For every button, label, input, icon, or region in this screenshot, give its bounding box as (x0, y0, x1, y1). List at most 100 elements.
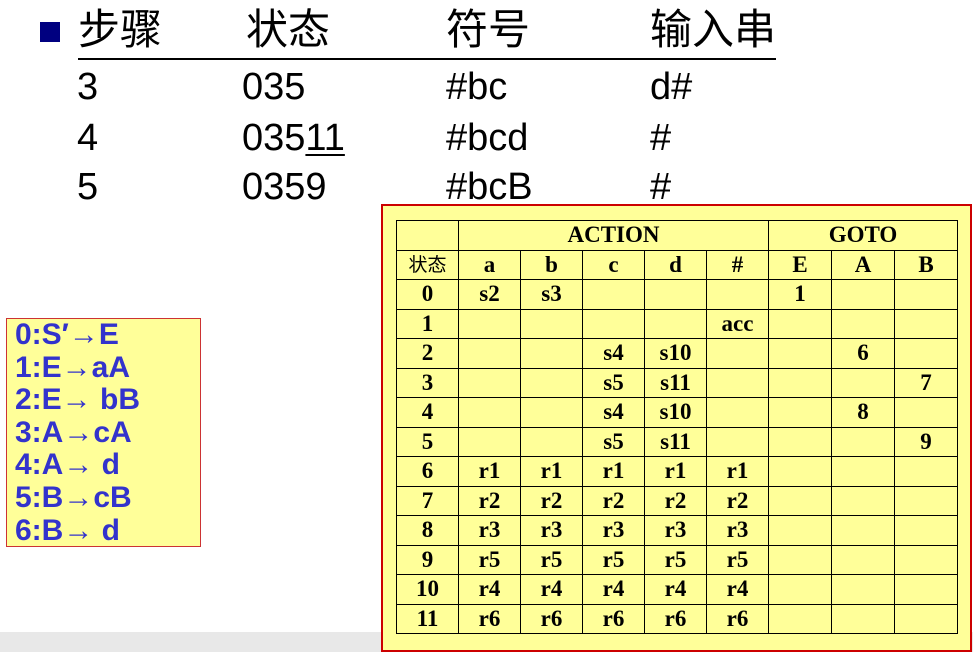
trace-symbols: #bcd (446, 117, 529, 159)
action-cell (644, 308, 707, 339)
state-cell: 9 (396, 544, 459, 575)
table-row: 0 s2 s3 1 (396, 279, 958, 310)
action-cell: s10 (644, 338, 707, 369)
grammar-rule: 1:E→aA (15, 350, 131, 384)
parse-table-frame: ACTION GOTO 状态 a b c d # E A B 0 s2 s3 1 1 ac… (381, 204, 972, 652)
state-cell: 11 (396, 603, 459, 634)
grammar-rules-box: 0:S′→E 1:E→aA 2:E→ bB 3:A→cA 4:A→ d 5:B→… (6, 318, 201, 547)
goto-cell (831, 426, 895, 457)
action-symbol-header: c (582, 249, 645, 280)
action-cell (706, 426, 769, 457)
action-cell: r2 (458, 485, 521, 516)
table-row: 11 r6 r6 r6 r6 r6 (396, 603, 958, 634)
goto-cell (831, 574, 895, 605)
action-cell: r4 (458, 574, 521, 605)
goto-symbol-header: B (894, 249, 958, 280)
trace-step: 4 (77, 117, 99, 159)
goto-cell (894, 308, 958, 339)
grammar-rule: 2:E→ bB (15, 383, 141, 417)
state-cell: 2 (396, 338, 459, 369)
action-cell: r1 (458, 456, 521, 487)
action-cell (458, 367, 521, 398)
action-cell (706, 279, 769, 310)
action-cell: r3 (706, 515, 769, 546)
goto-cell (894, 338, 958, 369)
action-cell: r4 (520, 574, 583, 605)
action-cell: r4 (644, 574, 707, 605)
grammar-rule: 4:A→ d (15, 448, 120, 482)
trace-step: 5 (77, 166, 99, 208)
table-row: 9 r5 r5 r5 r5 r5 (396, 544, 958, 575)
action-cell: r6 (458, 603, 521, 634)
action-cell: r5 (706, 544, 769, 575)
grammar-rule: 6:B→ d (15, 513, 120, 547)
trace-state: 03511 (242, 117, 345, 159)
goto-cell (768, 338, 832, 369)
goto-cell (894, 603, 958, 634)
action-cell (458, 426, 521, 457)
goto-cell (894, 485, 958, 516)
table-symbol-header-row: 状态 a b c d # E A B (396, 249, 958, 280)
goto-symbol-header: A (831, 249, 895, 280)
action-cell: r5 (644, 544, 707, 575)
action-cell: r6 (582, 603, 645, 634)
action-cell (644, 279, 707, 310)
header-symbols: 符号 (446, 2, 650, 60)
goto-cell (894, 456, 958, 487)
action-cell: r5 (458, 544, 521, 575)
trace-state: 0359 (242, 166, 327, 208)
action-cell: r2 (582, 485, 645, 516)
table-group-header-row: ACTION GOTO (396, 220, 958, 251)
trace-input: d# (650, 66, 693, 108)
parse-table: ACTION GOTO 状态 a b c d # E A B 0 s2 s3 1 1 ac… (396, 220, 958, 634)
goto-cell (768, 456, 832, 487)
header-step: 步骤 (78, 2, 246, 60)
action-cell: r1 (706, 456, 769, 487)
action-cell (458, 397, 521, 428)
action-cell: r6 (520, 603, 583, 634)
goto-cell (831, 367, 895, 398)
trace-input: # (650, 117, 672, 159)
goto-cell (831, 308, 895, 339)
grammar-rule: 3:A→cA (15, 415, 132, 449)
goto-cell (831, 279, 895, 310)
table-row: 3 s5 s11 7 (396, 367, 958, 398)
table-corner-cell (396, 220, 459, 251)
state-cell: 0 (396, 279, 459, 310)
action-symbol-header: a (458, 249, 521, 280)
grammar-rule: 5:B→cB (15, 480, 132, 514)
state-cell: 7 (396, 485, 459, 516)
action-cell: r3 (520, 515, 583, 546)
header-state: 状态 (246, 2, 446, 60)
goto-cell: 6 (831, 338, 895, 369)
goto-cell (768, 574, 832, 605)
action-cell (582, 308, 645, 339)
action-cell (706, 338, 769, 369)
goto-cell: 1 (768, 279, 832, 310)
action-cell (520, 426, 583, 457)
action-cell: r6 (706, 603, 769, 634)
action-cell: r1 (582, 456, 645, 487)
action-cell: s5 (582, 426, 645, 457)
bullet-square-icon (40, 22, 60, 42)
action-cell (520, 367, 583, 398)
goto-cell (768, 426, 832, 457)
action-cell: s10 (644, 397, 707, 428)
goto-cell (768, 544, 832, 575)
action-cell (458, 338, 521, 369)
state-cell: 10 (396, 574, 459, 605)
action-cell: s3 (520, 279, 583, 310)
grammar-rule: 0:S′→E (15, 318, 119, 351)
goto-cell (768, 515, 832, 546)
goto-cell: 7 (894, 367, 958, 398)
goto-cell: 8 (831, 397, 895, 428)
goto-cell (831, 544, 895, 575)
action-cell: r4 (582, 574, 645, 605)
table-row: 2 s4 s10 6 (396, 338, 958, 369)
goto-cell (894, 544, 958, 575)
action-cell: r2 (706, 485, 769, 516)
action-symbol-header: b (520, 249, 583, 280)
table-row: 7 r2 r2 r2 r2 r2 (396, 485, 958, 516)
trace-step: 3 (77, 66, 99, 108)
state-cell: 3 (396, 367, 459, 398)
